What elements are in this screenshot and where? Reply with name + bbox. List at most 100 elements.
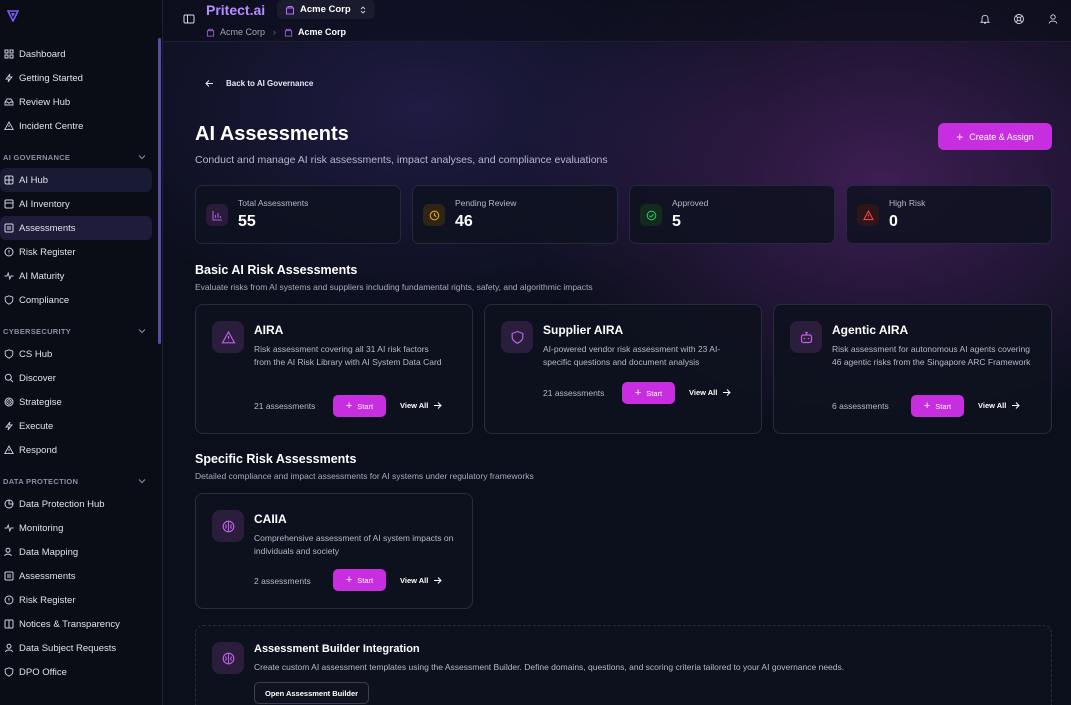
brand-name[interactable]: Pritect.ai	[206, 2, 265, 18]
sidebar-item-cs-hub[interactable]: CS Hub	[0, 342, 152, 366]
sidebar-item-dpo-office[interactable]: DPO Office	[0, 660, 152, 684]
sidebar-item-dashboard[interactable]: Dashboard	[0, 42, 152, 66]
chevron-up-down-icon	[360, 5, 366, 14]
start-button[interactable]: + Start	[911, 395, 964, 417]
plus-icon: +	[634, 386, 642, 399]
view-all-link[interactable]: View All	[689, 388, 732, 397]
card-title: CAIIA	[254, 512, 287, 526]
sidebar-item-label: Strategise	[19, 396, 62, 408]
breadcrumb: Acme Corp › Acme Corp	[206, 27, 346, 37]
sidebar-item-ai-hub[interactable]: AI Hub	[0, 168, 152, 192]
sidebar-item-data-mapping[interactable]: Data Mapping	[0, 540, 152, 564]
sidebar-scrollbar[interactable]	[158, 38, 161, 344]
sidebar-item-label: Dashboard	[19, 48, 66, 60]
chevron-down-icon	[138, 155, 146, 160]
sidebar-item-execute[interactable]: Execute	[0, 414, 152, 438]
shield-icon	[4, 349, 14, 359]
pie-icon	[4, 499, 14, 509]
sidebar-toggle-icon[interactable]	[183, 12, 195, 24]
card-description: Risk assessment for autonomous AI agents…	[832, 344, 1031, 367]
sidebar-item-label: AI Hub	[19, 174, 49, 186]
sidebar-item-data-protection-hub[interactable]: Data Protection Hub	[0, 492, 152, 516]
sidebar-item-compliance[interactable]: Compliance	[0, 288, 152, 312]
section-title: CYBERSECURITY	[3, 326, 72, 336]
arrow-right-icon	[434, 402, 443, 409]
breadcrumb-current: Acme Corp	[298, 27, 347, 37]
bell-icon[interactable]	[979, 12, 991, 24]
card-agentic-aira[interactable]: Agentic AIRA Risk assessment for autonom…	[773, 304, 1052, 434]
create-assign-button[interactable]: + Create & Assign	[938, 123, 1052, 150]
section-ai-governance[interactable]: AI GOVERNANCE	[0, 146, 158, 168]
page-title: AI Assessments	[195, 123, 349, 145]
start-label: Start	[357, 401, 374, 411]
sidebar-item-assessments[interactable]: Assessments	[0, 216, 152, 240]
user-icon[interactable]	[1047, 12, 1059, 24]
sidebar-item-label: Review Hub	[19, 96, 71, 108]
stat-value: 0	[889, 213, 898, 230]
brain-icon	[212, 642, 244, 674]
card-count: 6 assessments	[832, 401, 889, 411]
sidebar-item-label: AI Inventory	[19, 198, 70, 210]
top-bar: Pritect.ai Acme Corp Acme Corp › Acme Co…	[163, 0, 1071, 42]
sidebar-item-dp-assessments[interactable]: Assessments	[0, 564, 152, 588]
sidebar-item-ai-maturity[interactable]: AI Maturity	[0, 264, 152, 288]
sidebar-item-strategise[interactable]: Strategise	[0, 390, 152, 414]
zap-icon	[4, 73, 14, 83]
sidebar-item-label: Execute	[19, 420, 54, 432]
sidebar-item-monitoring[interactable]: Monitoring	[0, 516, 152, 540]
card-supplier-aira[interactable]: Supplier AIRA AI-powered vendor risk ass…	[484, 304, 762, 434]
stat-label: High Risk	[889, 198, 926, 208]
sidebar-item-incident-centre[interactable]: Incident Centre	[0, 114, 152, 138]
stat-high-risk: High Risk 0	[846, 185, 1052, 244]
arrow-right-icon	[723, 389, 732, 396]
building-icon	[206, 28, 215, 37]
start-button[interactable]: + Start	[622, 382, 675, 404]
card-count: 2 assessments	[254, 576, 311, 586]
view-all-link[interactable]: View All	[400, 401, 443, 410]
brain-icon	[212, 510, 244, 542]
breadcrumb-item[interactable]: Acme Corp	[220, 27, 265, 37]
section-cybersecurity[interactable]: CYBERSECURITY	[0, 320, 158, 342]
sidebar-item-respond[interactable]: Respond	[0, 438, 152, 462]
view-all-link[interactable]: View All	[978, 401, 1021, 410]
open-assessment-builder-button[interactable]: Open Assessment Builder	[254, 682, 370, 704]
sidebar-item-notices[interactable]: Notices & Transparency	[0, 612, 152, 636]
section-specific-title: Specific Risk Assessments	[195, 452, 357, 466]
start-button[interactable]: + Start	[333, 395, 386, 417]
help-icon[interactable]	[1013, 12, 1025, 24]
create-assign-label: Create & Assign	[969, 131, 1034, 142]
card-aira[interactable]: AIRA Risk assessment covering all 31 AI …	[195, 304, 473, 434]
shield-icon	[501, 321, 533, 353]
sidebar-item-ai-inventory[interactable]: AI Inventory	[0, 192, 152, 216]
section-data-protection[interactable]: DATA PROTECTION	[0, 470, 158, 492]
sidebar-item-label: Monitoring	[19, 522, 64, 534]
search-icon	[4, 373, 14, 383]
sidebar-item-label: Data Protection Hub	[19, 498, 105, 510]
grid-icon	[4, 199, 14, 209]
card-caiia[interactable]: CAIIA Comprehensive assessment of AI sys…	[195, 493, 473, 609]
shield-icon	[4, 295, 14, 305]
start-button[interactable]: + Start	[333, 569, 386, 591]
sidebar-item-dsr[interactable]: Data Subject Requests	[0, 636, 152, 660]
stat-total-assessments: Total Assessments 55	[195, 185, 401, 244]
sidebar-item-label: Getting Started	[19, 72, 83, 84]
sidebar-item-risk-register[interactable]: Risk Register	[0, 240, 152, 264]
back-link-label: Back to AI Governance	[226, 79, 314, 88]
sidebar-item-getting-started[interactable]: Getting Started	[0, 66, 152, 90]
arrow-left-icon	[205, 80, 213, 87]
arrow-right-icon	[434, 577, 443, 584]
view-all-link[interactable]: View All	[400, 576, 443, 585]
org-name: Acme Corp	[300, 4, 351, 15]
section-title: DATA PROTECTION	[3, 476, 79, 486]
sidebar-item-review-hub[interactable]: Review Hub	[0, 90, 152, 114]
sidebar-item-discover[interactable]: Discover	[0, 366, 152, 390]
sidebar-item-label: Data Mapping	[19, 546, 79, 558]
alert-icon	[212, 321, 244, 353]
card-count: 21 assessments	[254, 401, 316, 411]
section-specific-subtitle: Detailed compliance and impact assessmen…	[195, 471, 534, 481]
org-switcher[interactable]: Acme Corp	[277, 0, 375, 19]
back-link[interactable]: Back to AI Governance	[205, 79, 313, 88]
sidebar-item-dp-risk-register[interactable]: Risk Register	[0, 588, 152, 612]
sidebar-item-label: Risk Register	[19, 246, 76, 258]
card-title: Assessment Builder Integration	[254, 643, 420, 655]
